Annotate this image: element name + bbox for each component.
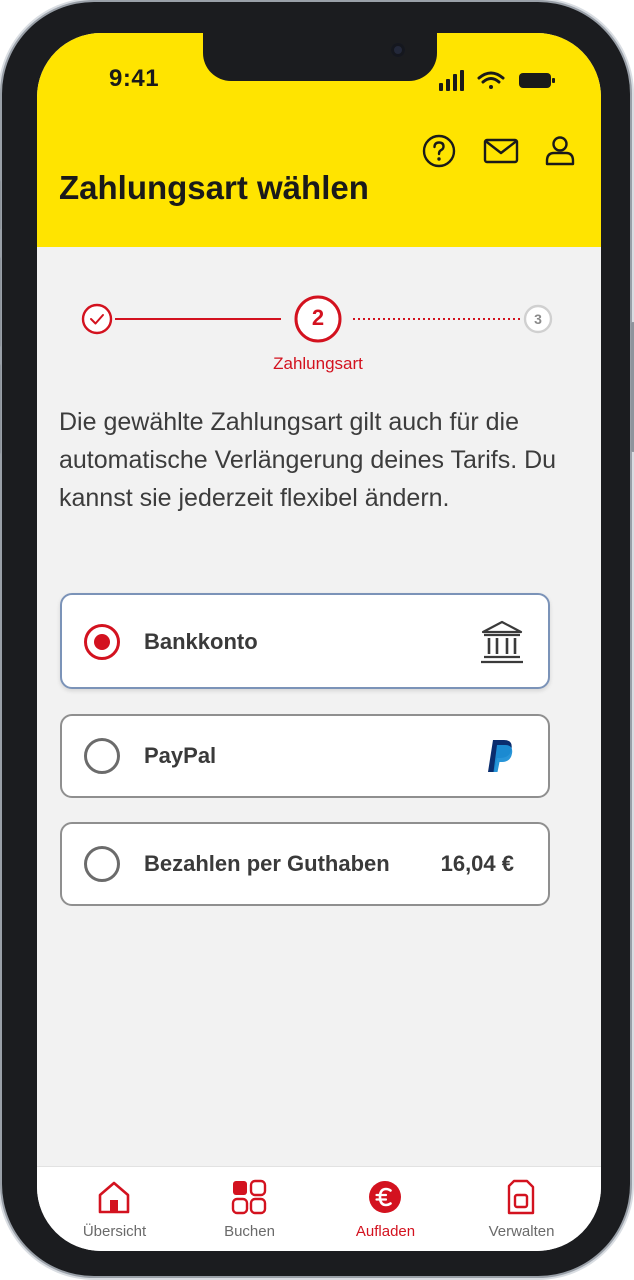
tab-uebersicht[interactable]: Übersicht	[44, 1167, 185, 1251]
tab-verwalten[interactable]: Verwalten	[451, 1167, 592, 1251]
step-1-done	[81, 303, 113, 335]
page-title: Zahlungsart wählen	[59, 169, 369, 206]
tab-label: Aufladen	[355, 1223, 416, 1240]
battery-icon	[519, 73, 555, 88]
mail-icon[interactable]	[482, 133, 520, 169]
sim-card-icon	[507, 1179, 535, 1215]
bottom-tab-bar: Übersicht Buchen Aufladen Verwalten	[37, 1166, 601, 1251]
payment-option-label: Bankkonto	[144, 629, 258, 654]
app-screen: 9:41 Zahlungsart wählen 2 3 Zahlungsart …	[37, 33, 601, 1251]
cellular-signal-icon	[439, 70, 464, 91]
mute-switch	[0, 180, 1, 230]
status-time: 9:41	[109, 65, 160, 92]
volume-down-button	[0, 364, 1, 454]
payment-option-label: Bezahlen per Guthaben	[144, 851, 390, 876]
volume-up-button	[0, 257, 1, 347]
radio-button[interactable]	[84, 738, 120, 774]
tab-label: Übersicht	[82, 1223, 147, 1240]
user-icon[interactable]	[542, 133, 578, 169]
wifi-icon	[477, 71, 505, 89]
front-camera	[391, 43, 405, 57]
home-icon	[98, 1181, 130, 1214]
tab-label: Buchen	[224, 1223, 275, 1240]
paypal-icon	[488, 740, 513, 772]
tab-buchen[interactable]: Buchen	[179, 1167, 320, 1251]
step-3-number: 3	[534, 311, 542, 327]
credit-balance-amount: 16,04 €	[440, 851, 514, 876]
euro-icon	[369, 1181, 401, 1213]
payment-option-label: PayPal	[144, 743, 217, 768]
grid-icon	[231, 1179, 267, 1215]
progress-stepper: 2 3 Zahlungsart	[37, 295, 601, 375]
step-2-label: Zahlungsart	[273, 354, 363, 373]
payment-option-paypal[interactable]: PayPal	[60, 714, 550, 798]
notch	[203, 33, 437, 81]
phone-frame: 9:41 Zahlungsart wählen 2 3 Zahlungsart …	[0, 2, 634, 1276]
tab-label: Verwalten	[488, 1223, 555, 1240]
payment-option-guthaben[interactable]: Bezahlen per Guthaben 16,04 €	[60, 822, 550, 906]
step-2-number: 2	[311, 305, 325, 330]
radio-button-selected[interactable]	[84, 624, 120, 660]
payment-option-bankkonto[interactable]: Bankkonto	[60, 593, 550, 689]
bank-icon	[481, 620, 523, 664]
radio-button[interactable]	[84, 846, 120, 882]
description-text: Die gewählte Zahlungsart gilt auch für d…	[59, 408, 557, 512]
help-icon[interactable]	[421, 133, 457, 169]
tab-aufladen[interactable]: Aufladen	[315, 1167, 456, 1251]
status-icons	[439, 70, 555, 91]
